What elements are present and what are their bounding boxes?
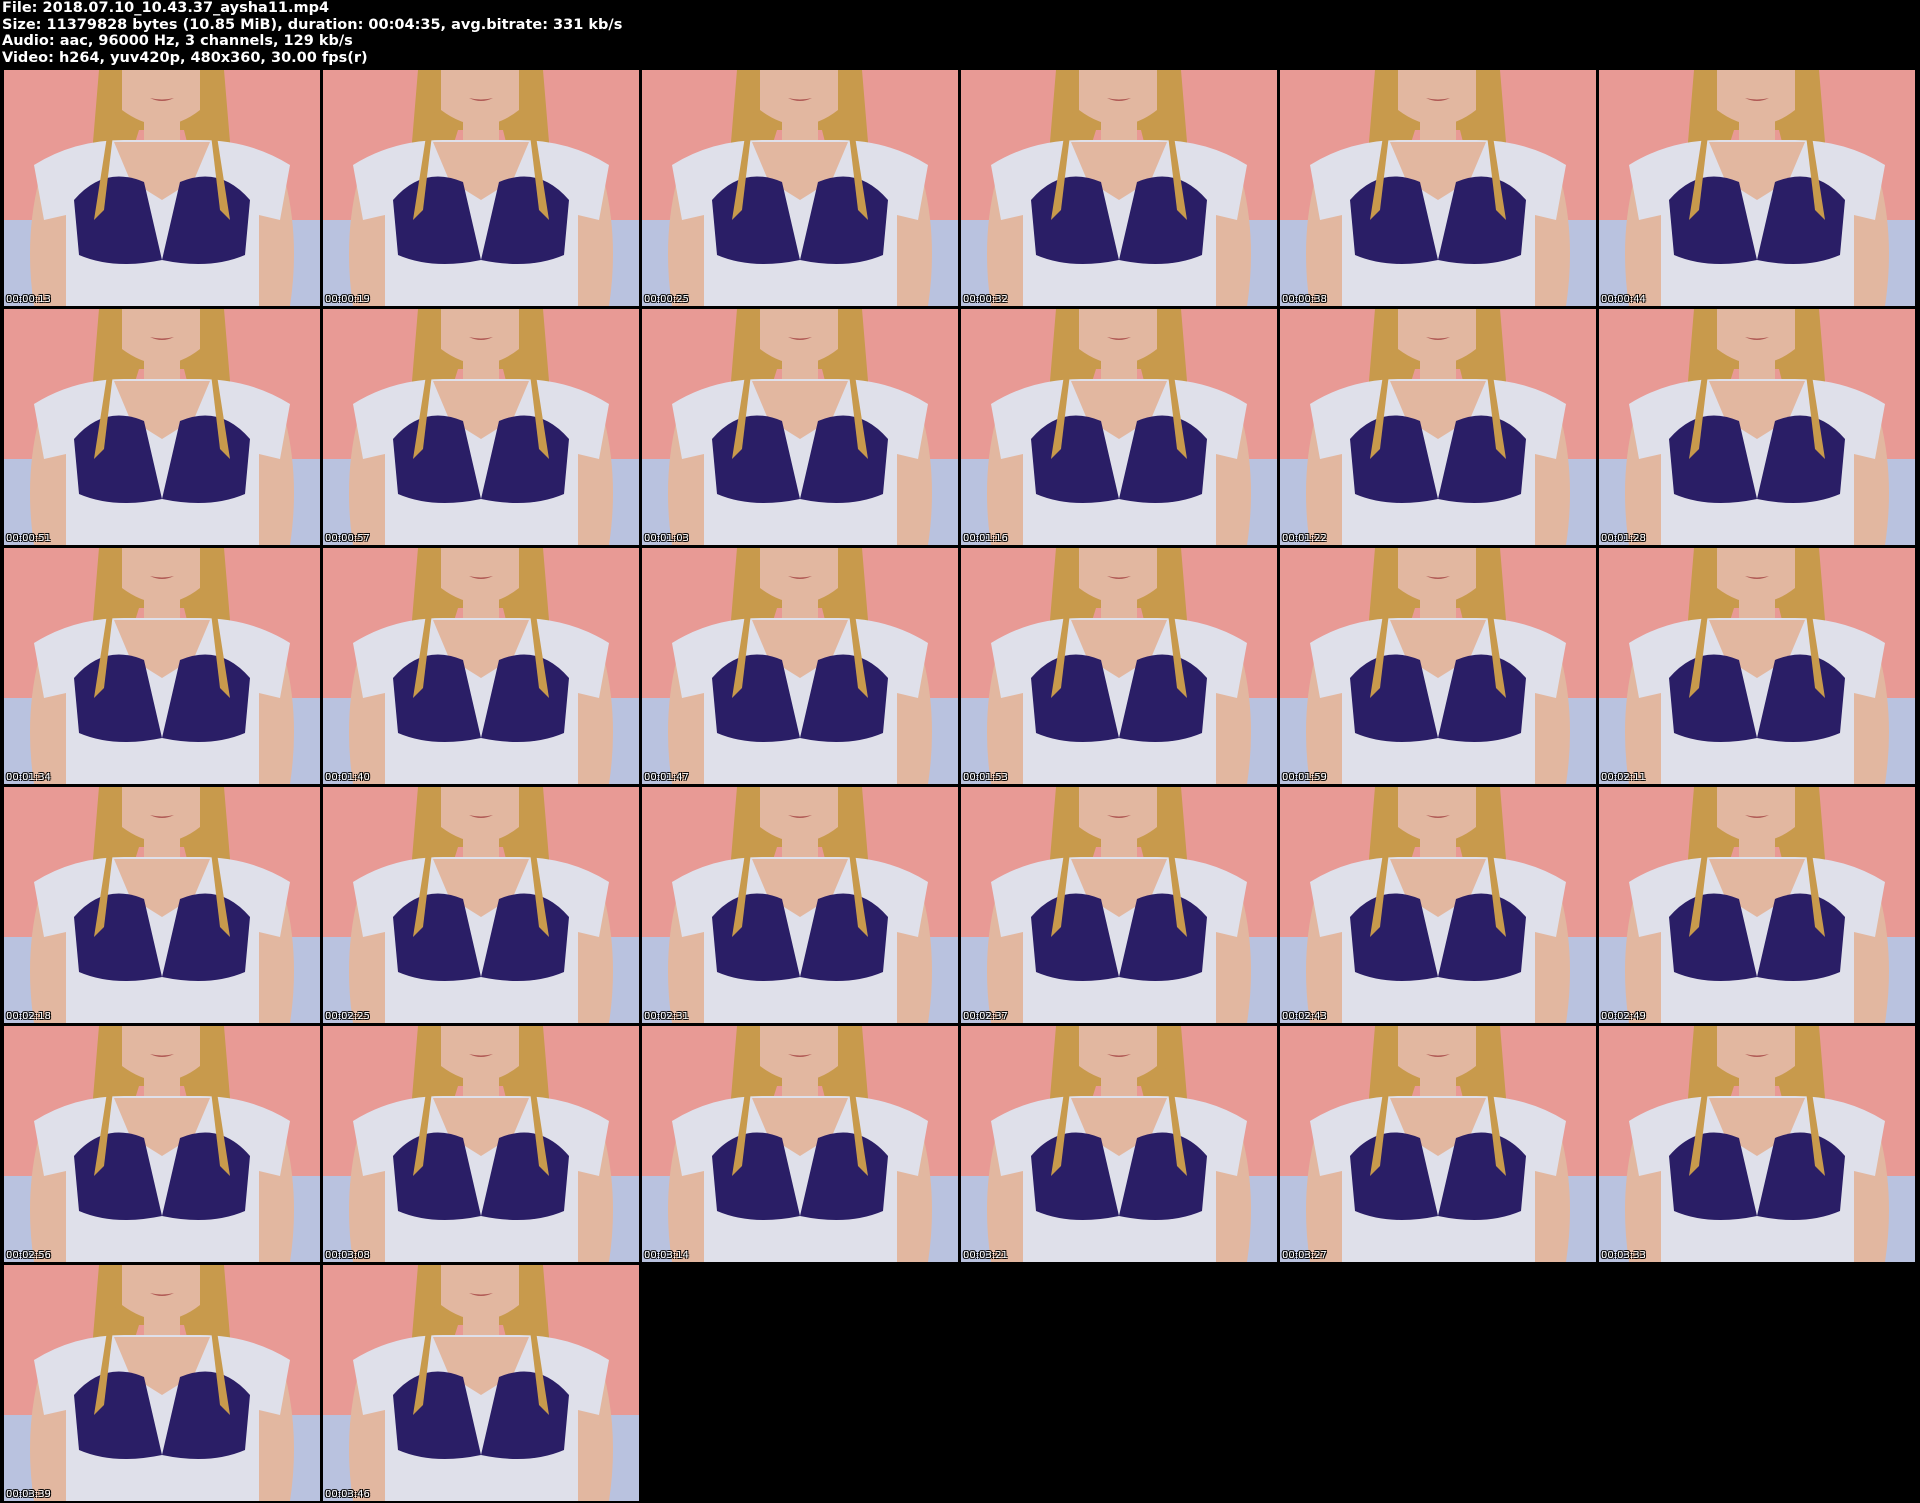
thumbnail-timestamp: 00:01:28: [1601, 533, 1646, 544]
thumbnail-timestamp: 00:02:31: [644, 1011, 689, 1022]
video-thumbnail[interactable]: 00:03:21: [961, 1026, 1277, 1262]
thumbnail-timestamp: 00:00:25: [644, 294, 689, 305]
thumbnail-timestamp: 00:03:27: [1282, 1250, 1327, 1261]
video-thumbnail[interactable]: 00:02:37: [961, 787, 1277, 1023]
video-frame-image: [4, 309, 320, 545]
video-thumbnail[interactable]: 00:03:46: [323, 1265, 639, 1501]
thumbnail-timestamp: 00:01:47: [644, 772, 689, 783]
video-frame-image: [4, 1026, 320, 1262]
video-frame-image: [323, 548, 639, 784]
thumbnail-timestamp: 00:01:22: [1282, 533, 1327, 544]
video-thumbnail[interactable]: 00:00:51: [4, 309, 320, 545]
thumbnail-timestamp: 00:01:59: [1282, 772, 1327, 783]
thumbnail-timestamp: 00:01:16: [963, 533, 1008, 544]
video-thumbnail[interactable]: 00:00:57: [323, 309, 639, 545]
video-frame-image: [961, 70, 1277, 306]
thumbnail-timestamp: 00:00:57: [325, 533, 370, 544]
video-frame-image: [1599, 70, 1915, 306]
video-frame-image: [1280, 548, 1596, 784]
thumbnail-grid: 00:00:13 00:00:19 00:00:25 00:00:32 00:00:38…: [0, 0, 1920, 1503]
video-frame-image: [4, 548, 320, 784]
thumbnail-timestamp: 00:03:33: [1601, 1250, 1646, 1261]
thumbnail-timestamp: 00:03:08: [325, 1250, 370, 1261]
video-frame-image: [323, 1265, 639, 1501]
video-frame-image: [961, 548, 1277, 784]
thumbnail-timestamp: 00:02:25: [325, 1011, 370, 1022]
video-frame-image: [642, 309, 958, 545]
video-thumbnail[interactable]: 00:00:44: [1599, 70, 1915, 306]
thumbnail-timestamp: 00:00:13: [6, 294, 51, 305]
thumbnail-timestamp: 00:03:14: [644, 1250, 689, 1261]
video-frame-image: [642, 548, 958, 784]
video-thumbnail[interactable]: 00:01:47: [642, 548, 958, 784]
video-frame-image: [323, 1026, 639, 1262]
video-thumbnail[interactable]: 00:03:33: [1599, 1026, 1915, 1262]
video-frame-image: [1280, 787, 1596, 1023]
video-thumbnail[interactable]: 00:02:31: [642, 787, 958, 1023]
video-thumbnail[interactable]: 00:00:13: [4, 70, 320, 306]
thumbnail-timestamp: 00:01:34: [6, 772, 51, 783]
thumbnail-timestamp: 00:00:51: [6, 533, 51, 544]
video-frame-image: [642, 1026, 958, 1262]
video-thumbnail[interactable]: 00:01:16: [961, 309, 1277, 545]
video-frame-image: [323, 309, 639, 545]
video-thumbnail[interactable]: 00:00:25: [642, 70, 958, 306]
thumbnail-timestamp: 00:02:49: [1601, 1011, 1646, 1022]
video-thumbnail[interactable]: 00:00:19: [323, 70, 639, 306]
video-frame-image: [961, 787, 1277, 1023]
thumbnail-timestamp: 00:01:53: [963, 772, 1008, 783]
thumbnail-timestamp: 00:02:56: [6, 1250, 51, 1261]
video-thumbnail[interactable]: 00:01:03: [642, 309, 958, 545]
video-frame-image: [4, 1265, 320, 1501]
video-thumbnail[interactable]: 00:03:08: [323, 1026, 639, 1262]
video-frame-image: [642, 70, 958, 306]
video-thumbnail[interactable]: 00:01:53: [961, 548, 1277, 784]
video-frame-image: [961, 1026, 1277, 1262]
video-thumbnail[interactable]: 00:03:27: [1280, 1026, 1596, 1262]
video-frame-image: [1280, 1026, 1596, 1262]
video-thumbnail[interactable]: 00:03:14: [642, 1026, 958, 1262]
video-frame-image: [1599, 787, 1915, 1023]
video-thumbnail[interactable]: 00:02:25: [323, 787, 639, 1023]
video-thumbnail[interactable]: 00:01:22: [1280, 309, 1596, 545]
video-thumbnail[interactable]: 00:02:11: [1599, 548, 1915, 784]
video-thumbnail[interactable]: 00:02:49: [1599, 787, 1915, 1023]
thumbnail-timestamp: 00:02:37: [963, 1011, 1008, 1022]
video-thumbnail[interactable]: 00:02:56: [4, 1026, 320, 1262]
video-frame-image: [4, 70, 320, 306]
thumbnail-timestamp: 00:01:03: [644, 533, 689, 544]
thumbnail-timestamp: 00:00:38: [1282, 294, 1327, 305]
thumbnail-timestamp: 00:01:40: [325, 772, 370, 783]
video-frame-image: [1280, 70, 1596, 306]
video-frame-image: [4, 787, 320, 1023]
video-thumbnail[interactable]: 00:01:34: [4, 548, 320, 784]
thumbnail-timestamp: 00:00:32: [963, 294, 1008, 305]
thumbnail-timestamp: 00:03:21: [963, 1250, 1008, 1261]
video-frame-image: [1599, 1026, 1915, 1262]
video-thumbnail[interactable]: 00:00:38: [1280, 70, 1596, 306]
video-frame-image: [1599, 548, 1915, 784]
thumbnail-timestamp: 00:03:46: [325, 1489, 370, 1500]
video-thumbnail[interactable]: 00:01:59: [1280, 548, 1596, 784]
thumbnail-timestamp: 00:02:43: [1282, 1011, 1327, 1022]
video-frame-image: [642, 787, 958, 1023]
video-thumbnail[interactable]: 00:03:39: [4, 1265, 320, 1501]
video-thumbnail[interactable]: 00:01:40: [323, 548, 639, 784]
video-thumbnail[interactable]: 00:01:28: [1599, 309, 1915, 545]
video-thumbnail[interactable]: 00:02:43: [1280, 787, 1596, 1023]
video-thumbnail[interactable]: 00:00:32: [961, 70, 1277, 306]
thumbnail-timestamp: 00:02:11: [1601, 772, 1646, 783]
thumbnail-timestamp: 00:02:18: [6, 1011, 51, 1022]
video-frame-image: [1280, 309, 1596, 545]
video-frame-image: [323, 70, 639, 306]
thumbnail-timestamp: 00:00:44: [1601, 294, 1646, 305]
video-frame-image: [961, 309, 1277, 545]
video-frame-image: [323, 787, 639, 1023]
thumbnail-timestamp: 00:00:19: [325, 294, 370, 305]
video-frame-image: [1599, 309, 1915, 545]
thumbnail-timestamp: 00:03:39: [6, 1489, 51, 1500]
video-thumbnail[interactable]: 00:02:18: [4, 787, 320, 1023]
